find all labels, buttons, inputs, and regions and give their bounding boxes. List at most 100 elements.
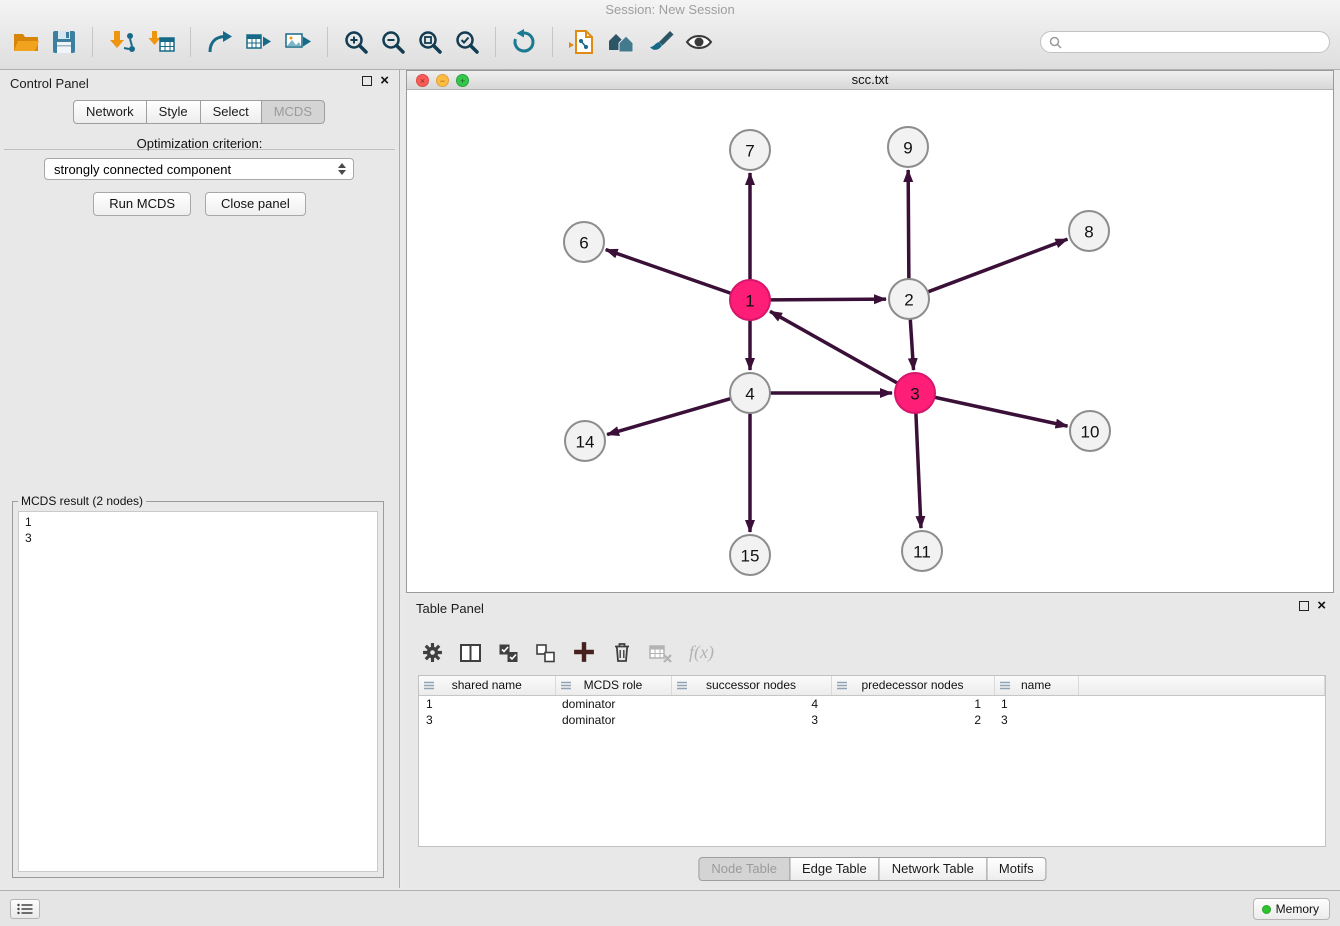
tab-node-table[interactable]: Node Table [698,857,790,881]
table-cell[interactable]: 1 [831,695,994,712]
table-row[interactable]: 1dominator411 [419,695,1325,712]
maximize-window-icon[interactable]: + [456,74,469,87]
function-builder-icon[interactable]: f(x) [689,642,714,663]
eye-icon[interactable] [685,31,713,53]
unselect-all-icon[interactable] [536,644,556,663]
split-column-icon[interactable] [460,643,482,663]
svg-text:11: 11 [913,543,931,562]
close-window-icon[interactable]: × [416,74,429,87]
memory-label: Memory [1276,902,1319,916]
import-network-file-icon[interactable] [108,29,136,55]
apply-layout-icon[interactable] [511,29,537,55]
tab-mcds[interactable]: MCDS [261,100,325,124]
tab-network-table[interactable]: Network Table [879,857,987,881]
table-cell[interactable]: dominator [555,695,671,712]
float-table-panel-icon[interactable] [1299,601,1309,611]
open-session-icon[interactable] [12,30,40,54]
graph-node[interactable]: 9 [888,127,928,167]
column-label: predecessor nodes [861,678,963,692]
home-icon[interactable] [607,29,635,55]
close-table-panel-icon[interactable]: × [1317,600,1326,612]
gear-icon[interactable] [422,642,443,663]
mcds-result-line: 1 [25,514,371,530]
table-cell[interactable]: 4 [671,695,831,712]
control-panel-tabs: Network Style Select MCDS [0,100,399,124]
criterion-select[interactable]: strongly connected component [44,158,354,180]
search-field[interactable] [1040,31,1330,53]
column-header-successor-nodes[interactable]: successor nodes [671,676,831,695]
zoom-selected-icon[interactable] [454,29,480,55]
column-header-mcds-role[interactable]: MCDS role [555,676,671,695]
mcds-buttons-row: Run MCDS Close panel [0,192,399,216]
zoom-in-icon[interactable] [343,29,369,55]
table-cell[interactable]: 3 [419,712,555,728]
svg-text:9: 9 [903,139,912,158]
search-input[interactable] [1067,35,1321,49]
table-cell[interactable]: 1 [419,695,555,712]
zoom-out-icon[interactable] [380,29,406,55]
graph-node[interactable]: 2 [889,279,929,319]
close-panel-button[interactable]: Close panel [205,192,306,216]
export-image-icon[interactable] [284,29,312,55]
tab-select[interactable]: Select [200,100,262,124]
graph-edge[interactable] [606,250,731,294]
graph-node[interactable]: 8 [1069,211,1109,251]
table-cell[interactable]: 3 [994,712,1078,728]
mcds-result-fieldset: MCDS result (2 nodes) 13 [12,494,384,878]
save-session-icon[interactable] [51,29,77,55]
graph-node[interactable]: 10 [1070,411,1110,451]
minimize-window-icon[interactable]: − [436,74,449,87]
toolbar-separator [327,27,328,57]
graph-edge[interactable] [928,239,1068,292]
zoom-fit-icon[interactable] [417,29,443,55]
table-cell-filler [1078,695,1325,712]
style-brush-icon[interactable] [646,29,674,55]
delete-table-icon[interactable] [649,644,672,663]
graph-node[interactable]: 15 [730,535,770,575]
tab-style[interactable]: Style [146,100,201,124]
graph-node[interactable]: 3 [895,373,935,413]
toolbar-separator [495,27,496,57]
graph-edge[interactable] [770,311,898,383]
app-window: Session: New Session [0,0,1340,926]
delete-column-icon[interactable] [612,641,632,663]
table-cell[interactable]: 3 [671,712,831,728]
column-header-shared-name[interactable]: shared name [419,676,555,695]
column-header-predecessor-nodes[interactable]: predecessor nodes [831,676,994,695]
export-table-icon[interactable] [245,29,273,55]
close-panel-icon[interactable]: × [380,75,389,87]
table-cell[interactable]: 2 [831,712,994,728]
tab-motifs[interactable]: Motifs [986,857,1047,881]
tab-network[interactable]: Network [73,100,147,124]
mcds-result-box: 13 [18,511,378,872]
graph-edge[interactable] [908,170,909,279]
graph-edge[interactable] [910,319,913,370]
first-neighbors-icon[interactable] [568,29,596,55]
table-panel-title: Table Panel [416,601,484,616]
graph-node[interactable]: 4 [730,373,770,413]
table-row[interactable]: 3dominator323 [419,712,1325,728]
import-table-file-icon[interactable] [147,29,175,55]
memory-button[interactable]: Memory [1253,898,1330,920]
graph-node[interactable]: 1 [730,280,770,320]
network-canvas[interactable]: 7 9 6 8 1 2 4 3 14 10 15 11 [407,90,1333,592]
add-column-icon[interactable] [573,641,595,663]
graph-edge[interactable] [770,299,886,300]
run-mcds-button[interactable]: Run MCDS [93,192,191,216]
table-cell[interactable]: dominator [555,712,671,728]
select-all-icon[interactable] [499,644,519,663]
export-network-icon[interactable] [206,29,234,55]
graph-node[interactable]: 14 [565,421,605,461]
graph-node[interactable]: 6 [564,222,604,262]
task-history-button[interactable] [10,899,40,919]
column-header-name[interactable]: name [994,676,1078,695]
table-cell[interactable]: 1 [994,695,1078,712]
float-panel-icon[interactable] [362,76,372,86]
svg-text:1: 1 [745,292,754,311]
graph-node[interactable]: 7 [730,130,770,170]
graph-edge[interactable] [916,413,921,528]
tab-edge-table[interactable]: Edge Table [789,857,880,881]
graph-node[interactable]: 11 [902,531,942,571]
graph-edge[interactable] [935,397,1068,426]
graph-edge[interactable] [607,399,731,435]
